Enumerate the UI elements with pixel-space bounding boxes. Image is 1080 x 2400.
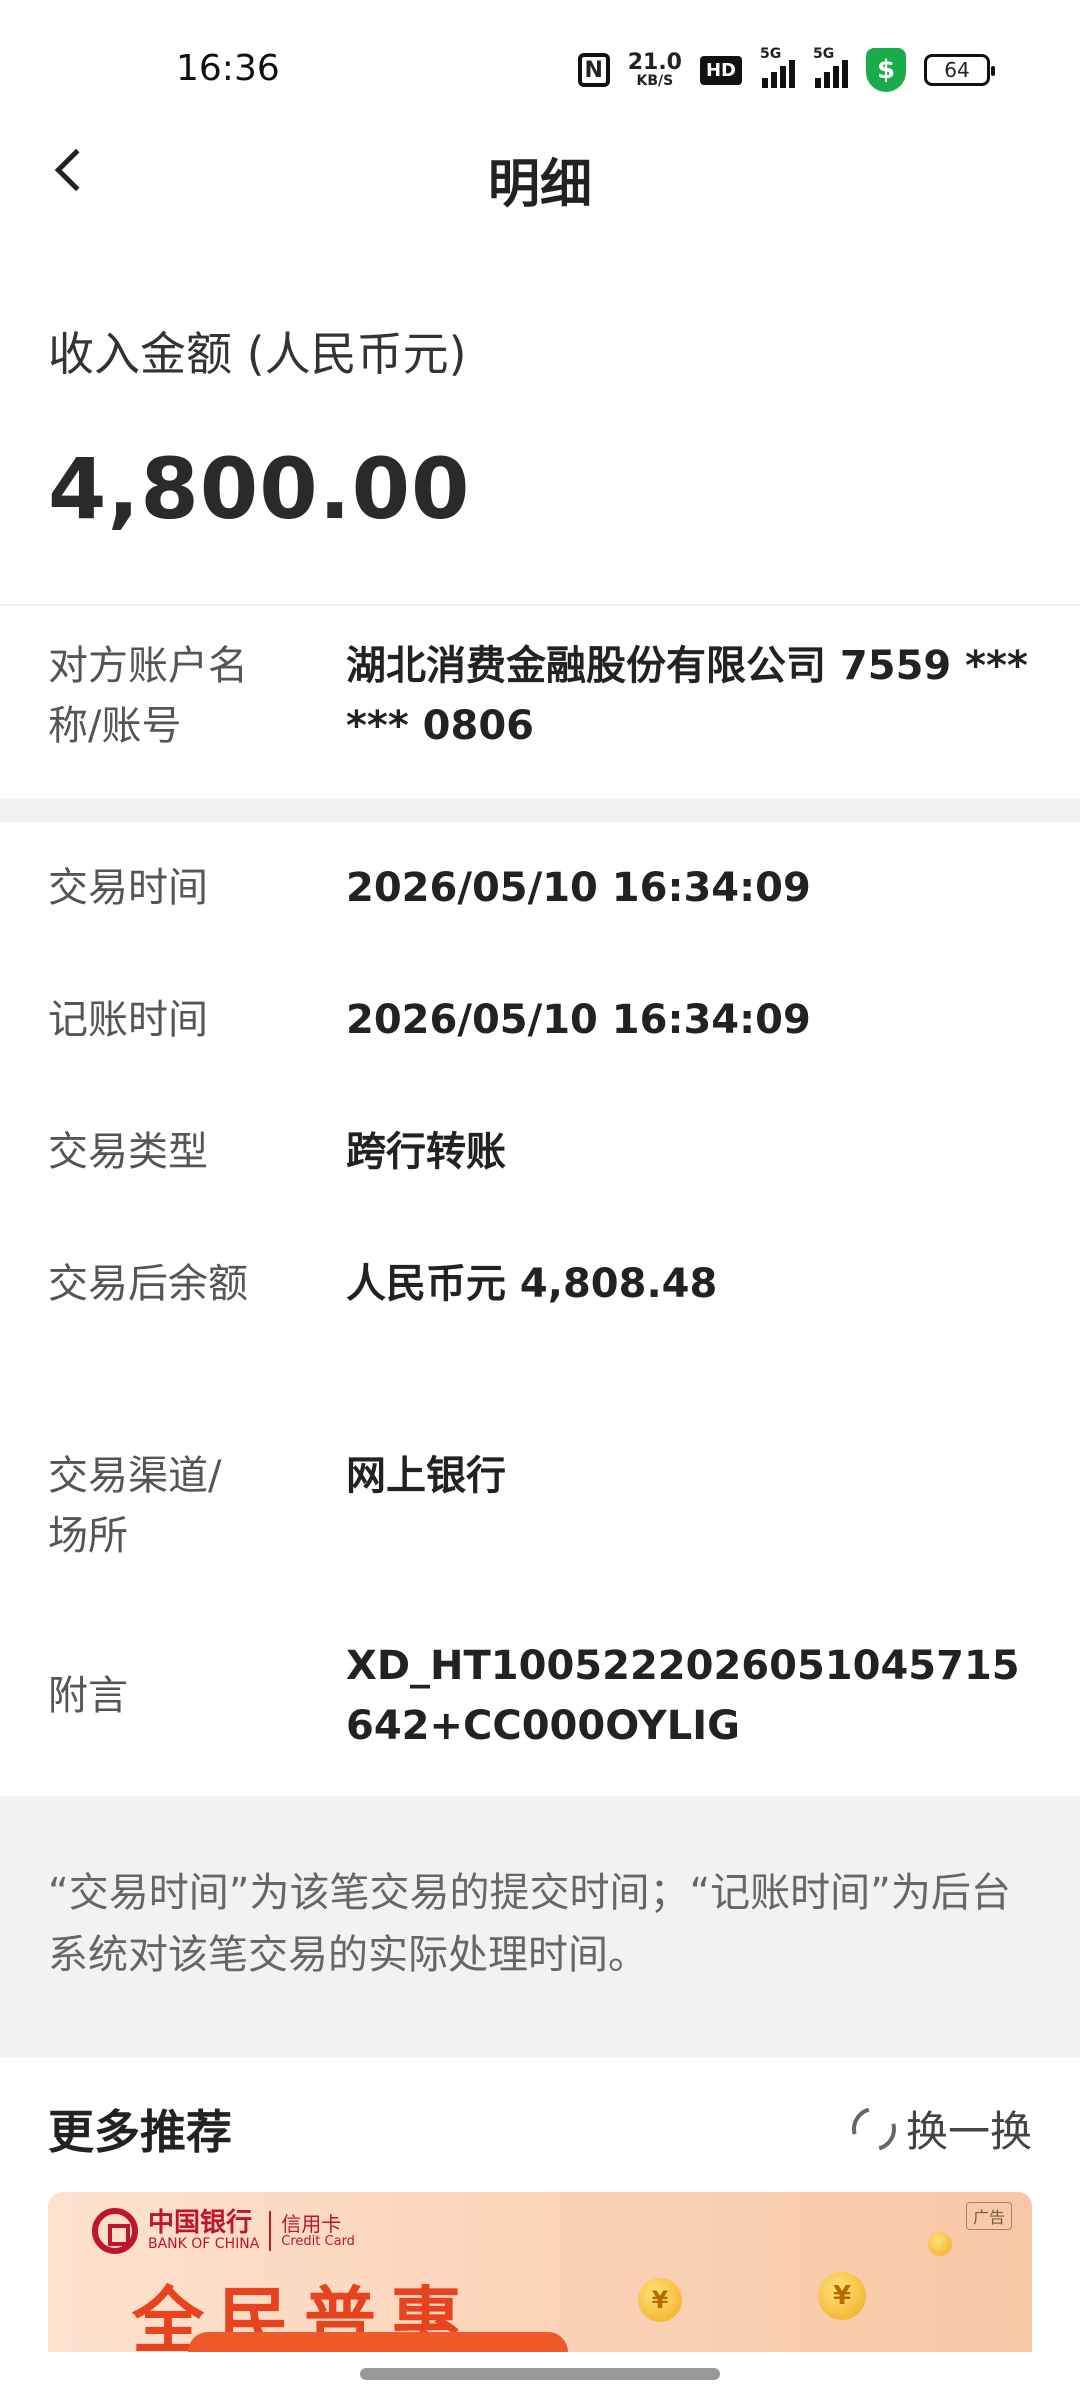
detail-row-remark: 附言 XD_HT1005222026051045715642+CC000OYLI… (0, 1636, 1080, 1776)
status-time: 16:36 (176, 48, 280, 89)
amount-label: 收入金额 (人民币元) (48, 327, 467, 381)
network-speed-unit: KB/S (636, 73, 674, 89)
detail-row-counterparty: 对方账户名称/账号 湖北消费金融股份有限公司 7559 ****** 0806 (0, 636, 1080, 796)
network-speed: 21.0 KB/S (627, 50, 682, 89)
card-label-en: Credit Card (281, 2233, 355, 2249)
page-title: 明细 (487, 155, 592, 215)
hd-voice-icon: HD (699, 55, 742, 85)
battery-icon: 64 (924, 54, 995, 86)
coin-icon (928, 2232, 952, 2256)
detail-row-transaction-type: 交易类型 跨行转账 (0, 1122, 1080, 1222)
status-icons: N 21.0 KB/S HD 5G 5G $ 64 (577, 46, 995, 92)
home-indicator[interactable] (360, 2368, 720, 2380)
refresh-label: 换一换 (905, 2107, 1032, 2156)
detail-label: 交易后余额 (48, 1261, 248, 1307)
bank-of-china-icon (92, 2208, 138, 2254)
refresh-icon (843, 2098, 905, 2159)
logo-separator (269, 2211, 272, 2251)
banner-subtitle-pill (188, 2332, 568, 2352)
detail-label: 交易时间 (48, 865, 208, 911)
more-recommendations-title: 更多推荐 (48, 2105, 232, 2159)
detail-label: 交易渠道/场所 (48, 1453, 222, 1559)
amount-value: 4,800.00 (48, 440, 471, 538)
signal-icon-1: 5G (760, 46, 795, 88)
refresh-button[interactable]: 换一换 (843, 2098, 1032, 2159)
info-note-text: “交易时间”为该笔交易的提交时间；“记账时间”为后台系统对该笔交易的实际处理时间… (48, 1870, 1011, 1978)
bank-logo: 中国银行 BANK OF CHINA 信用卡 Credit Card (92, 2208, 355, 2254)
detail-value: 跨行转账 (346, 1129, 506, 1175)
detail-row-transaction-time: 交易时间 2026/05/10 16:34:09 (0, 858, 1080, 958)
security-shield-icon: $ (866, 48, 906, 92)
detail-row-channel: 交易渠道/场所 网上银行 (0, 1446, 1080, 1586)
bank-name-en: BANK OF CHINA (148, 2236, 260, 2253)
detail-value: 网上银行 (346, 1453, 506, 1499)
detail-label: 附言 (48, 1673, 128, 1719)
card-label-cn: 信用卡 (281, 2211, 342, 2236)
detail-value: 人民币元 4,808.48 (346, 1261, 718, 1307)
detail-value: 2026/05/10 16:34:09 (346, 865, 811, 911)
divider (0, 604, 1080, 606)
bank-name-cn: 中国银行 (148, 2208, 253, 2238)
detail-row-posting-time: 记账时间 2026/05/10 16:34:09 (0, 990, 1080, 1090)
section-divider (0, 798, 1080, 822)
detail-value: 湖北消费金融股份有限公司 7559 ****** 0806 (346, 643, 1028, 749)
signal-tag-2: 5G (813, 46, 835, 62)
bank-name: 中国银行 BANK OF CHINA (148, 2208, 260, 2253)
coin-icon: ¥ (638, 2278, 682, 2322)
nfc-icon: N (577, 53, 610, 87)
detail-value: 2026/05/10 16:34:09 (346, 997, 811, 1043)
coin-icon: ¥ (818, 2272, 866, 2320)
signal-icon-2: 5G (813, 46, 848, 88)
detail-row-balance: 交易后余额 人民币元 4,808.48 (0, 1254, 1080, 1394)
card-label: 信用卡 Credit Card (281, 2211, 355, 2249)
status-bar: 16:36 N 21.0 KB/S HD 5G 5G $ 64 (0, 0, 1080, 140)
signal-tag-1: 5G (760, 46, 782, 62)
detail-label: 交易类型 (48, 1129, 208, 1175)
ad-tag: 广告 (965, 2202, 1012, 2230)
info-note: “交易时间”为该笔交易的提交时间；“记账时间”为后台系统对该笔交易的实际处理时间… (0, 1796, 1080, 2058)
detail-label: 记账时间 (48, 997, 208, 1043)
promo-banner[interactable]: 中国银行 BANK OF CHINA 信用卡 Credit Card 广告 全民… (48, 2192, 1032, 2352)
detail-label: 对方账户名称/账号 (48, 643, 248, 749)
detail-value: XD_HT1005222026051045715642+CC000OYLIG (346, 1643, 1020, 1749)
header: 明细 (0, 120, 1080, 220)
network-speed-value: 21.0 (627, 50, 682, 75)
